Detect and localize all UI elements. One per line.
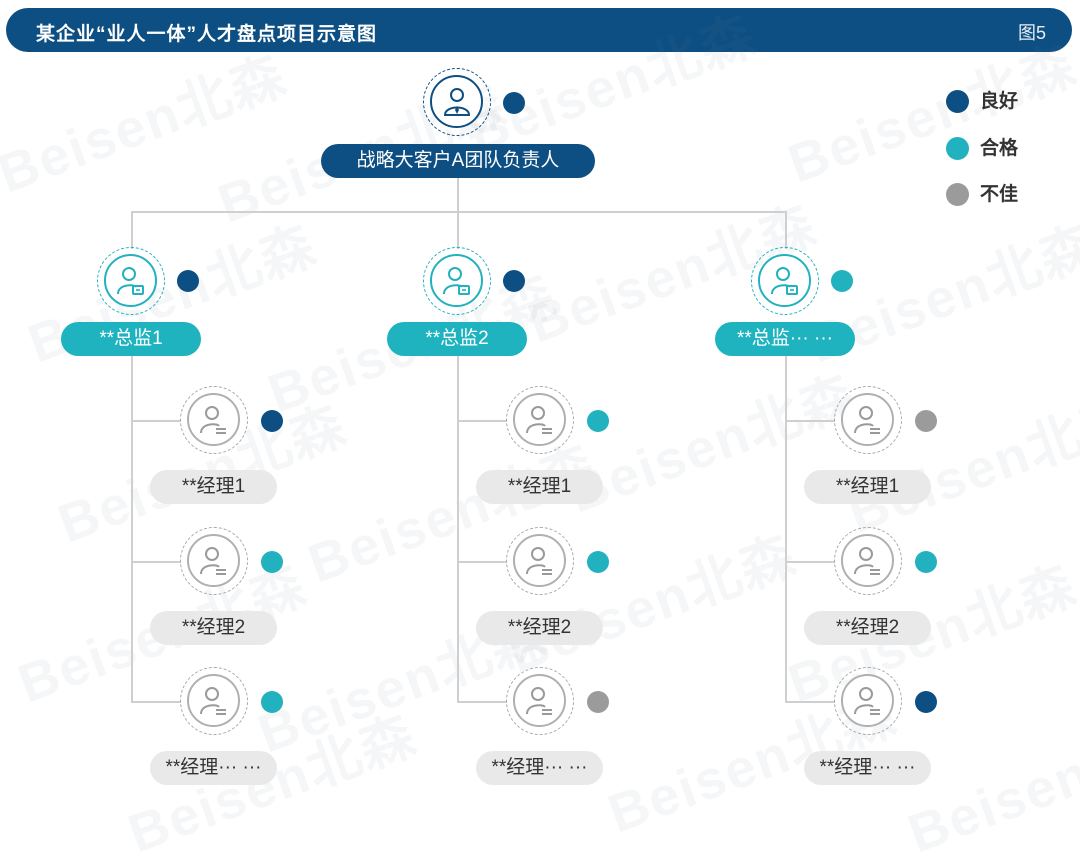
legend-item: 不佳 bbox=[946, 183, 1036, 207]
connector-line bbox=[457, 701, 507, 703]
connector-line bbox=[131, 561, 181, 563]
status-dot bbox=[587, 551, 609, 573]
avatar bbox=[180, 386, 248, 454]
manager-label: **经理2 bbox=[804, 611, 931, 645]
connector-line bbox=[131, 420, 181, 422]
avatar-ring bbox=[187, 534, 240, 587]
status-dot bbox=[915, 551, 937, 573]
avatar bbox=[506, 527, 574, 595]
watermark-text: Beisen北森 bbox=[0, 44, 295, 205]
manager-label: **经理2 bbox=[150, 611, 277, 645]
avatar-ring bbox=[841, 393, 894, 446]
chart-title: 某企业“业人一体”人才盘点项目示意图 bbox=[36, 24, 378, 45]
root-node-label: 战略大客户A团队负责人 bbox=[321, 144, 595, 178]
status-dot bbox=[261, 551, 283, 573]
avatar-ring bbox=[430, 75, 483, 128]
status-dot bbox=[587, 691, 609, 713]
avatar bbox=[97, 247, 165, 315]
avatar bbox=[423, 247, 491, 315]
status-dot bbox=[587, 410, 609, 432]
org-chart-canvas: 某企业“业人一体”人才盘点项目示意图 图5 Beisen北森 Beisen北森 Be… bbox=[0, 0, 1080, 864]
avatar bbox=[180, 667, 248, 735]
legend-item: 合格 bbox=[946, 137, 1036, 161]
avatar-ring bbox=[513, 534, 566, 587]
avatar-ring bbox=[841, 534, 894, 587]
connector-line bbox=[457, 561, 507, 563]
avatar bbox=[423, 68, 491, 136]
connector-line bbox=[785, 701, 835, 703]
legend-swatch bbox=[946, 137, 969, 160]
manager-label: **经理1 bbox=[150, 470, 277, 504]
avatar-ring bbox=[841, 674, 894, 727]
avatar-ring bbox=[187, 393, 240, 446]
title-banner: 某企业“业人一体”人才盘点项目示意图 图5 bbox=[6, 8, 1072, 52]
connector-line bbox=[131, 211, 133, 249]
connector-line bbox=[785, 561, 835, 563]
legend-label: 良好 bbox=[980, 91, 1019, 112]
status-dot bbox=[915, 691, 937, 713]
director-label: **总监2 bbox=[387, 322, 527, 356]
connector-line bbox=[457, 420, 507, 422]
avatar bbox=[834, 386, 902, 454]
legend-swatch bbox=[946, 183, 969, 206]
avatar-ring bbox=[758, 254, 811, 307]
status-dot bbox=[503, 92, 525, 114]
legend-label: 不佳 bbox=[980, 184, 1019, 205]
avatar bbox=[506, 667, 574, 735]
connector-line bbox=[457, 356, 459, 702]
connector-line bbox=[785, 211, 787, 249]
legend-item: 良好 bbox=[946, 90, 1036, 114]
manager-label: **经理1 bbox=[476, 470, 603, 504]
avatar bbox=[834, 527, 902, 595]
status-dot bbox=[261, 691, 283, 713]
connector-line bbox=[131, 701, 181, 703]
manager-label: **经理··· ··· bbox=[476, 751, 603, 785]
status-dot bbox=[503, 270, 525, 292]
avatar-ring bbox=[513, 674, 566, 727]
connector-line bbox=[457, 178, 459, 212]
connector-line bbox=[785, 356, 787, 702]
figure-number: 图5 bbox=[1017, 23, 1046, 43]
status-dot bbox=[261, 410, 283, 432]
avatar-ring bbox=[187, 674, 240, 727]
avatar-ring bbox=[430, 254, 483, 307]
avatar-ring bbox=[104, 254, 157, 307]
legend-swatch bbox=[946, 90, 969, 113]
avatar-ring bbox=[513, 393, 566, 446]
connector-line bbox=[457, 211, 459, 249]
avatar bbox=[506, 386, 574, 454]
manager-label: **经理2 bbox=[476, 611, 603, 645]
director-label: **总监1 bbox=[61, 322, 201, 356]
legend-label: 合格 bbox=[980, 138, 1019, 159]
status-dot bbox=[177, 270, 199, 292]
connector-line bbox=[785, 420, 835, 422]
manager-label: **经理1 bbox=[804, 470, 931, 504]
director-label: **总监··· ··· bbox=[715, 322, 855, 356]
avatar bbox=[834, 667, 902, 735]
connector-line bbox=[131, 356, 133, 702]
avatar bbox=[180, 527, 248, 595]
status-dot bbox=[831, 270, 853, 292]
avatar bbox=[751, 247, 819, 315]
status-dot bbox=[915, 410, 937, 432]
manager-label: **经理··· ··· bbox=[150, 751, 277, 785]
manager-label: **经理··· ··· bbox=[804, 751, 931, 785]
